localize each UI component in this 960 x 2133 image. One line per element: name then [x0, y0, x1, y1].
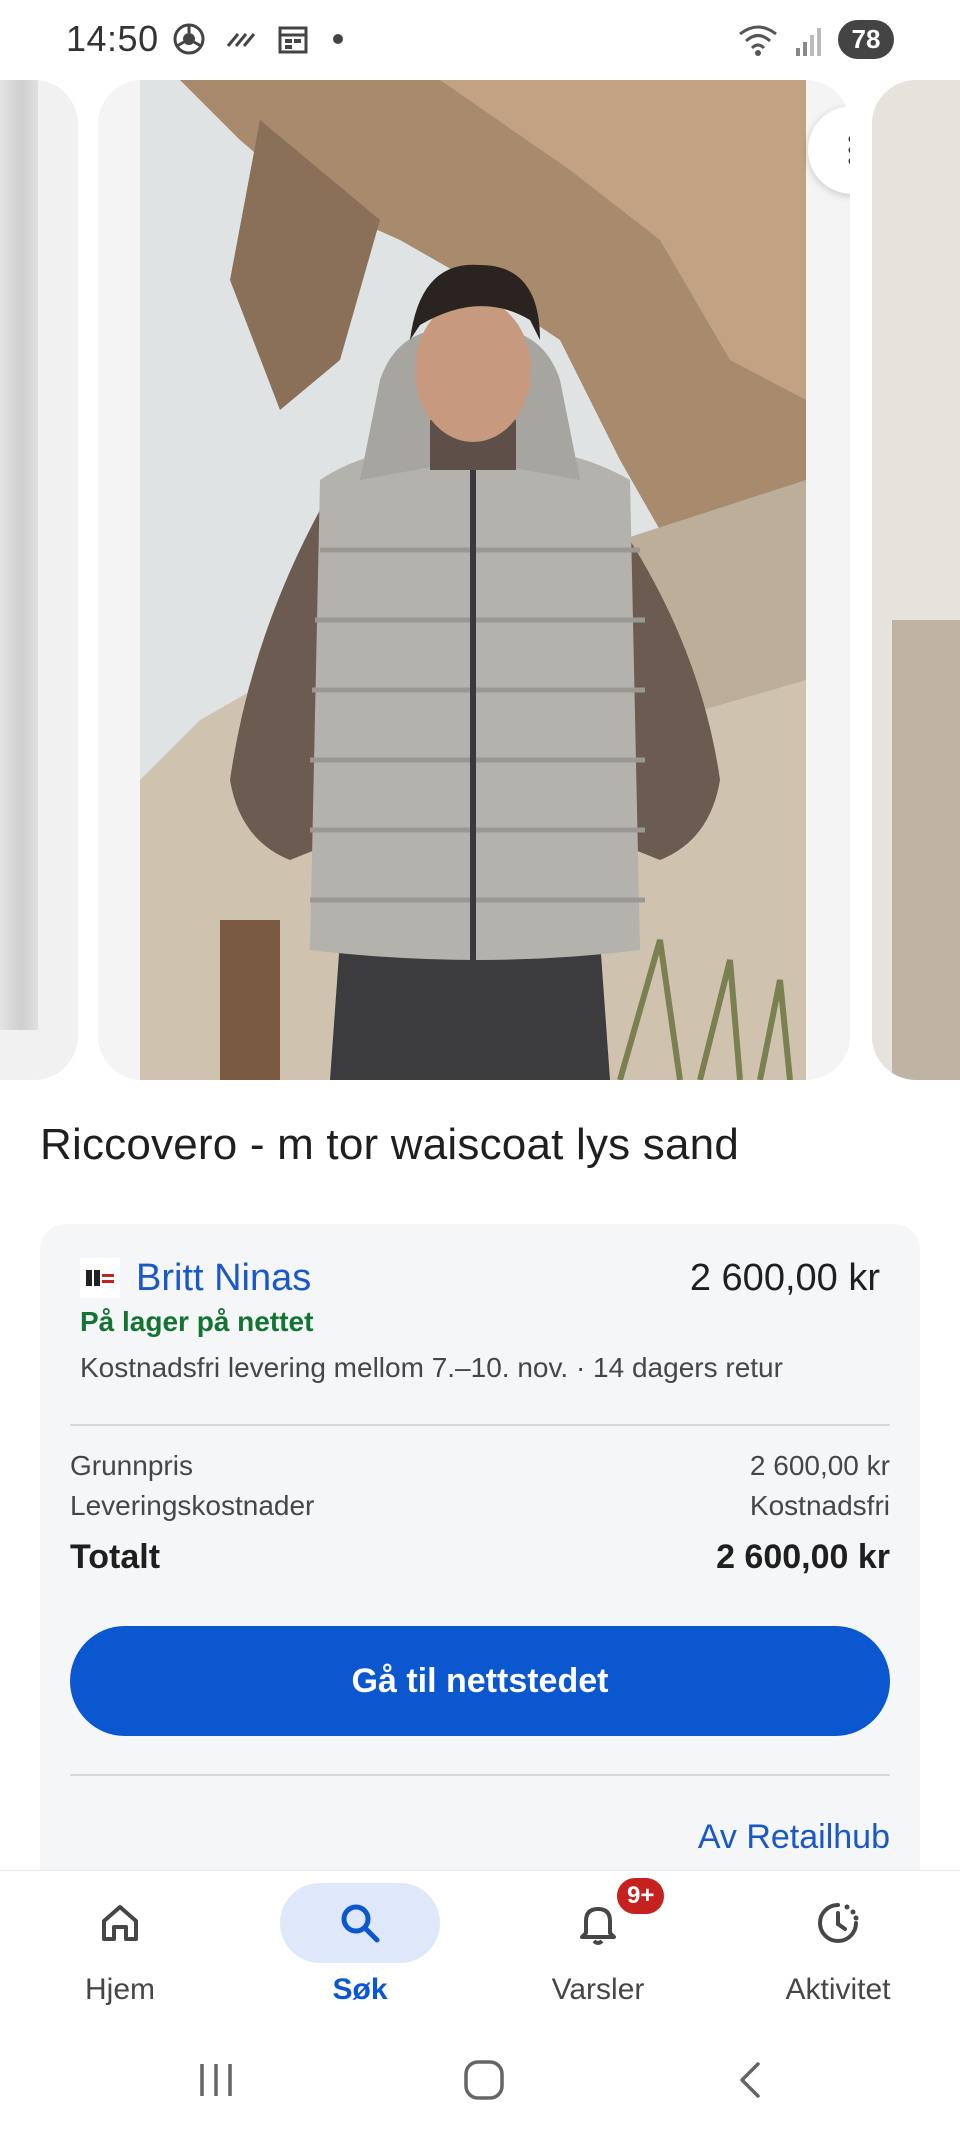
activity-icon	[818, 1903, 859, 1943]
previous-image-thumbnail	[0, 80, 38, 1030]
nav-item-activity[interactable]: Aktivitet	[738, 1883, 938, 2007]
total-value: 2 600,00 kr	[716, 1538, 890, 1576]
home-icon	[102, 1905, 138, 1941]
status-icons-right: 78	[736, 20, 894, 59]
base-price-value: 2 600,00 kr	[749, 1450, 890, 1481]
recents-button[interactable]	[186, 2050, 246, 2110]
nav-label-search: Søk	[332, 1973, 388, 2006]
cast-icon	[226, 33, 256, 47]
next-image-thumbnail	[892, 620, 960, 1080]
seller-logo	[80, 1258, 120, 1298]
visit-site-button[interactable]: Gå til nettstedet	[70, 1626, 890, 1736]
total-label: Totalt	[70, 1538, 161, 1576]
seller-name-link[interactable]: Britt Ninas	[136, 1257, 311, 1300]
back-button[interactable]	[722, 2050, 782, 2110]
status-icons-left	[172, 22, 348, 56]
recents-icon	[200, 2064, 232, 2096]
base-price-row: Grunnpris 2 600,00 kr	[70, 1450, 890, 1482]
shipping-info: Kostnadsfri levering mellom 7.–10. nov. …	[80, 1352, 783, 1383]
more-vert-icon	[848, 136, 850, 164]
image-carousel[interactable]	[0, 80, 960, 1080]
search-icon	[341, 1904, 380, 1943]
base-price-label: Grunnpris	[70, 1450, 193, 1481]
status-bar: 14:50 78	[0, 0, 960, 80]
delivery-cost-label: Leveringskostnader	[70, 1490, 315, 1521]
battery-level: 78	[838, 20, 894, 59]
system-navigation-bar	[0, 2020, 960, 2133]
product-title: Riccovero - m tor waiscoat lys sand	[40, 1120, 739, 1169]
home-circle-icon	[464, 2060, 504, 2100]
divider	[70, 1424, 890, 1426]
nav-icon-container: 9+	[518, 1875, 678, 1963]
previous-image-card[interactable]	[0, 80, 78, 1080]
nav-label-home: Hjem	[84, 1973, 155, 2006]
seller-logo-icon	[80, 1258, 120, 1298]
nav-item-home[interactable]: Hjem	[20, 1883, 220, 2007]
bottom-navigation: Hjem Søk 9+ Varsler Aktivitet	[0, 1870, 960, 2020]
nav-label-notifications: Varsler	[551, 1973, 645, 2006]
notification-badge: 9+	[614, 1875, 668, 1917]
notification-dot-icon	[333, 34, 343, 44]
home-button[interactable]	[454, 2050, 514, 2110]
status-time: 14:50	[66, 18, 159, 59]
offer-panel: Britt Ninas 2 600,00 kr På lager på nett…	[40, 1224, 920, 1894]
calendar-icon	[278, 26, 308, 54]
delivery-cost-value: Kostnadsfri	[749, 1490, 890, 1521]
nav-label-activity: Aktivitet	[785, 1973, 891, 2006]
nav-icon-container	[758, 1883, 918, 1963]
divider	[70, 1774, 890, 1776]
more-options-button[interactable]	[808, 106, 850, 194]
attribution-link[interactable]: Av Retailhub	[698, 1818, 890, 1857]
nav-item-search[interactable]: Søk	[260, 1883, 460, 2007]
bell-icon	[580, 1907, 616, 1945]
offer-price: 2 600,00 kr	[689, 1257, 880, 1299]
nav-icon-container	[40, 1883, 200, 1963]
signal-icon	[796, 27, 821, 56]
stock-status: På lager på nettet	[80, 1306, 314, 1337]
product-photo	[140, 80, 806, 1080]
nav-item-notifications[interactable]: 9+ Varsler	[498, 1875, 698, 2007]
main-image-card[interactable]	[98, 80, 850, 1080]
delivery-cost-row: Leveringskostnader Kostnadsfri	[70, 1490, 890, 1522]
wifi-icon	[739, 25, 777, 56]
chrome-app-icon	[173, 23, 205, 55]
next-image-card[interactable]	[872, 80, 960, 1080]
total-row: Totalt 2 600,00 kr	[70, 1538, 890, 1577]
back-icon	[740, 2062, 760, 2098]
nav-icon-container	[280, 1883, 440, 1963]
